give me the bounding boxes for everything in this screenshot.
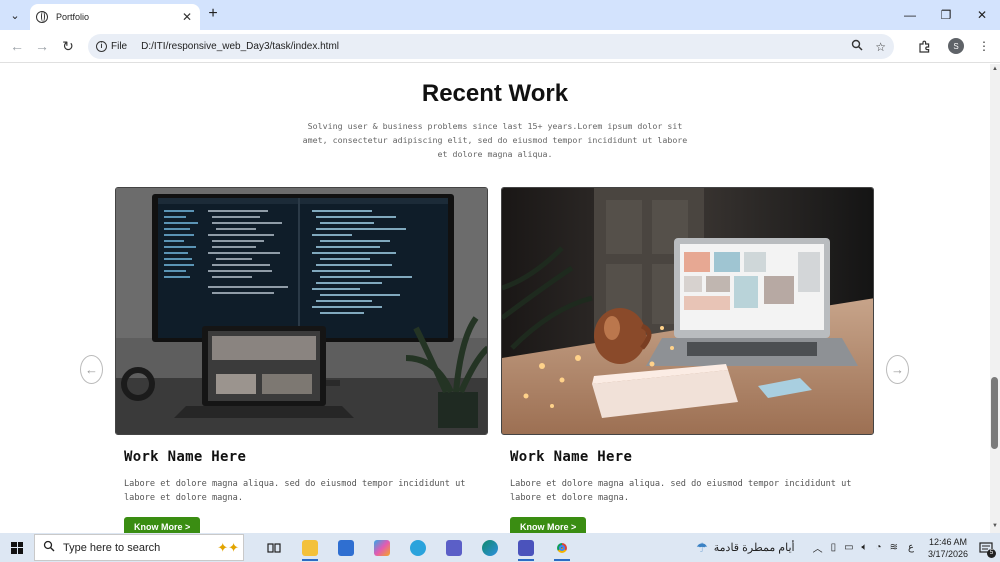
scroll-thumb[interactable] [991,377,998,449]
telegram-icon[interactable] [400,533,436,562]
carousel-prev-arrow-icon[interactable]: ← [80,355,103,384]
teams-work-icon[interactable] [508,533,544,562]
url-scheme-chip[interactable]: File [111,41,127,52]
battery-icon[interactable]: ▭ [844,542,853,553]
taskbar-search-box[interactable]: Type here to search ✦✦ [34,534,244,561]
section-title: Recent Work [421,80,569,107]
bookmark-star-icon[interactable]: ☆ [875,40,886,54]
profile-avatar[interactable]: S [948,38,964,54]
tab-close-icon[interactable]: ✕ [180,10,194,24]
zoom-magnifier-icon[interactable] [851,39,863,54]
tab-portfolio[interactable]: Portfolio ✕ [30,4,200,30]
browser-tabstrip: ⌄ Portfolio ✕ + — ❐ ✕ [0,0,1000,30]
back-arrow-icon[interactable]: ← [8,37,26,55]
weather-text: أيام ممطرة قادمة [713,542,795,554]
card-title: Work Name Here [510,449,633,465]
volume-speaker-icon[interactable]: 🔈︎ [862,542,868,553]
restore-icon[interactable]: ❐ [928,0,964,30]
toolbar-right: S ⋮ [904,36,1000,56]
search-icon [43,540,55,555]
know-more-button[interactable]: Know More > [510,517,587,533]
card-description: Labore et dolore magna aliqua. sed do ei… [510,479,852,503]
tab-search-chevron-icon[interactable]: ⌄ [5,5,25,25]
scroll-down-arrow-icon[interactable]: ▼ [991,523,999,531]
card-title: Work Name Here [124,449,247,465]
taskbar-clock[interactable]: 12:46 AM 3/17/2026 [928,536,968,560]
globe-icon [36,11,48,23]
search-placeholder: Type here to search [63,541,161,554]
forward-arrow-icon[interactable]: → [33,37,51,55]
new-tab-plus-icon[interactable]: + [205,6,221,22]
page-scrollbar[interactable]: ▲ ▼ [990,64,1000,533]
start-windows-icon[interactable] [0,533,34,562]
rain-weather-icon: ☂ [696,539,708,555]
chrome-icon[interactable] [544,533,580,562]
extensions-puzzle-icon[interactable] [912,36,936,56]
url-text[interactable]: D:/ITI/responsive_web_Day3/task/index.ht… [141,41,839,52]
file-explorer-icon[interactable] [292,533,328,562]
taskbar-pinned-apps [256,533,580,562]
windows-taskbar: Type here to search ✦✦ ☂ أيام ممطرة قادم… [0,533,1000,562]
notification-count-badge: 5 [987,548,996,558]
close-window-icon[interactable]: ✕ [964,0,1000,30]
info-icon[interactable]: i [96,41,107,52]
copilot-app-icon[interactable] [364,533,400,562]
teams-icon[interactable] [436,533,472,562]
task-view-icon[interactable] [256,533,292,562]
clock-time: 12:46 AM [928,536,967,547]
copilot-sparkle-icon[interactable]: ✦✦ [217,540,239,556]
kebab-menu-icon[interactable]: ⋮ [972,36,996,56]
microsoft-store-icon[interactable] [328,533,364,562]
window-controls: — ❐ ✕ [892,0,1000,30]
reload-icon[interactable]: ↻ [59,37,77,55]
notification-center-icon[interactable]: 5 [976,538,996,558]
show-hidden-icons-chevron-icon[interactable]: ︿ [813,540,823,555]
clock-date: 3/17/2026 [927,548,968,559]
carousel-next-arrow-icon[interactable]: → [886,355,909,384]
address-bar[interactable]: i File D:/ITI/responsive_web_Day3/task/i… [88,34,894,59]
system-tray: ☂ أيام ممطرة قادمة ︿ ▯ ▭ 🔈︎ ◔ ≋ ع 12:46 … [696,533,1000,562]
section-description: Solving user & business problems since l… [302,121,688,159]
know-more-button[interactable]: Know More > [124,517,201,533]
page-viewport: Recent Work Solving user & business prob… [0,64,1000,533]
wifi-icon[interactable]: ≋ [890,542,898,553]
card-description: Labore et dolore magna aliqua. sed do ei… [124,479,466,503]
work-card-2: Work Name Here Labore et dolore magna al… [501,187,874,533]
weather-widget[interactable]: ☂ أيام ممطرة قادمة [696,540,794,556]
browser-toolbar: ← → ↻ i File D:/ITI/responsive_web_Day3/… [0,30,1000,63]
work-image-laptop-table [501,187,874,435]
edge-icon[interactable] [472,533,508,562]
work-card-1: Work Name Here Labore et dolore magna al… [115,187,488,533]
tab-title: Portfolio [56,12,90,22]
minimize-icon[interactable]: — [892,0,928,30]
input-language-indicator[interactable]: ع [908,542,914,553]
work-image-desk-setup [115,187,488,435]
usb-device-icon[interactable]: ▯ [831,542,837,553]
scroll-up-arrow-icon[interactable]: ▲ [991,66,999,74]
network-icon[interactable]: ◔ [876,542,882,553]
